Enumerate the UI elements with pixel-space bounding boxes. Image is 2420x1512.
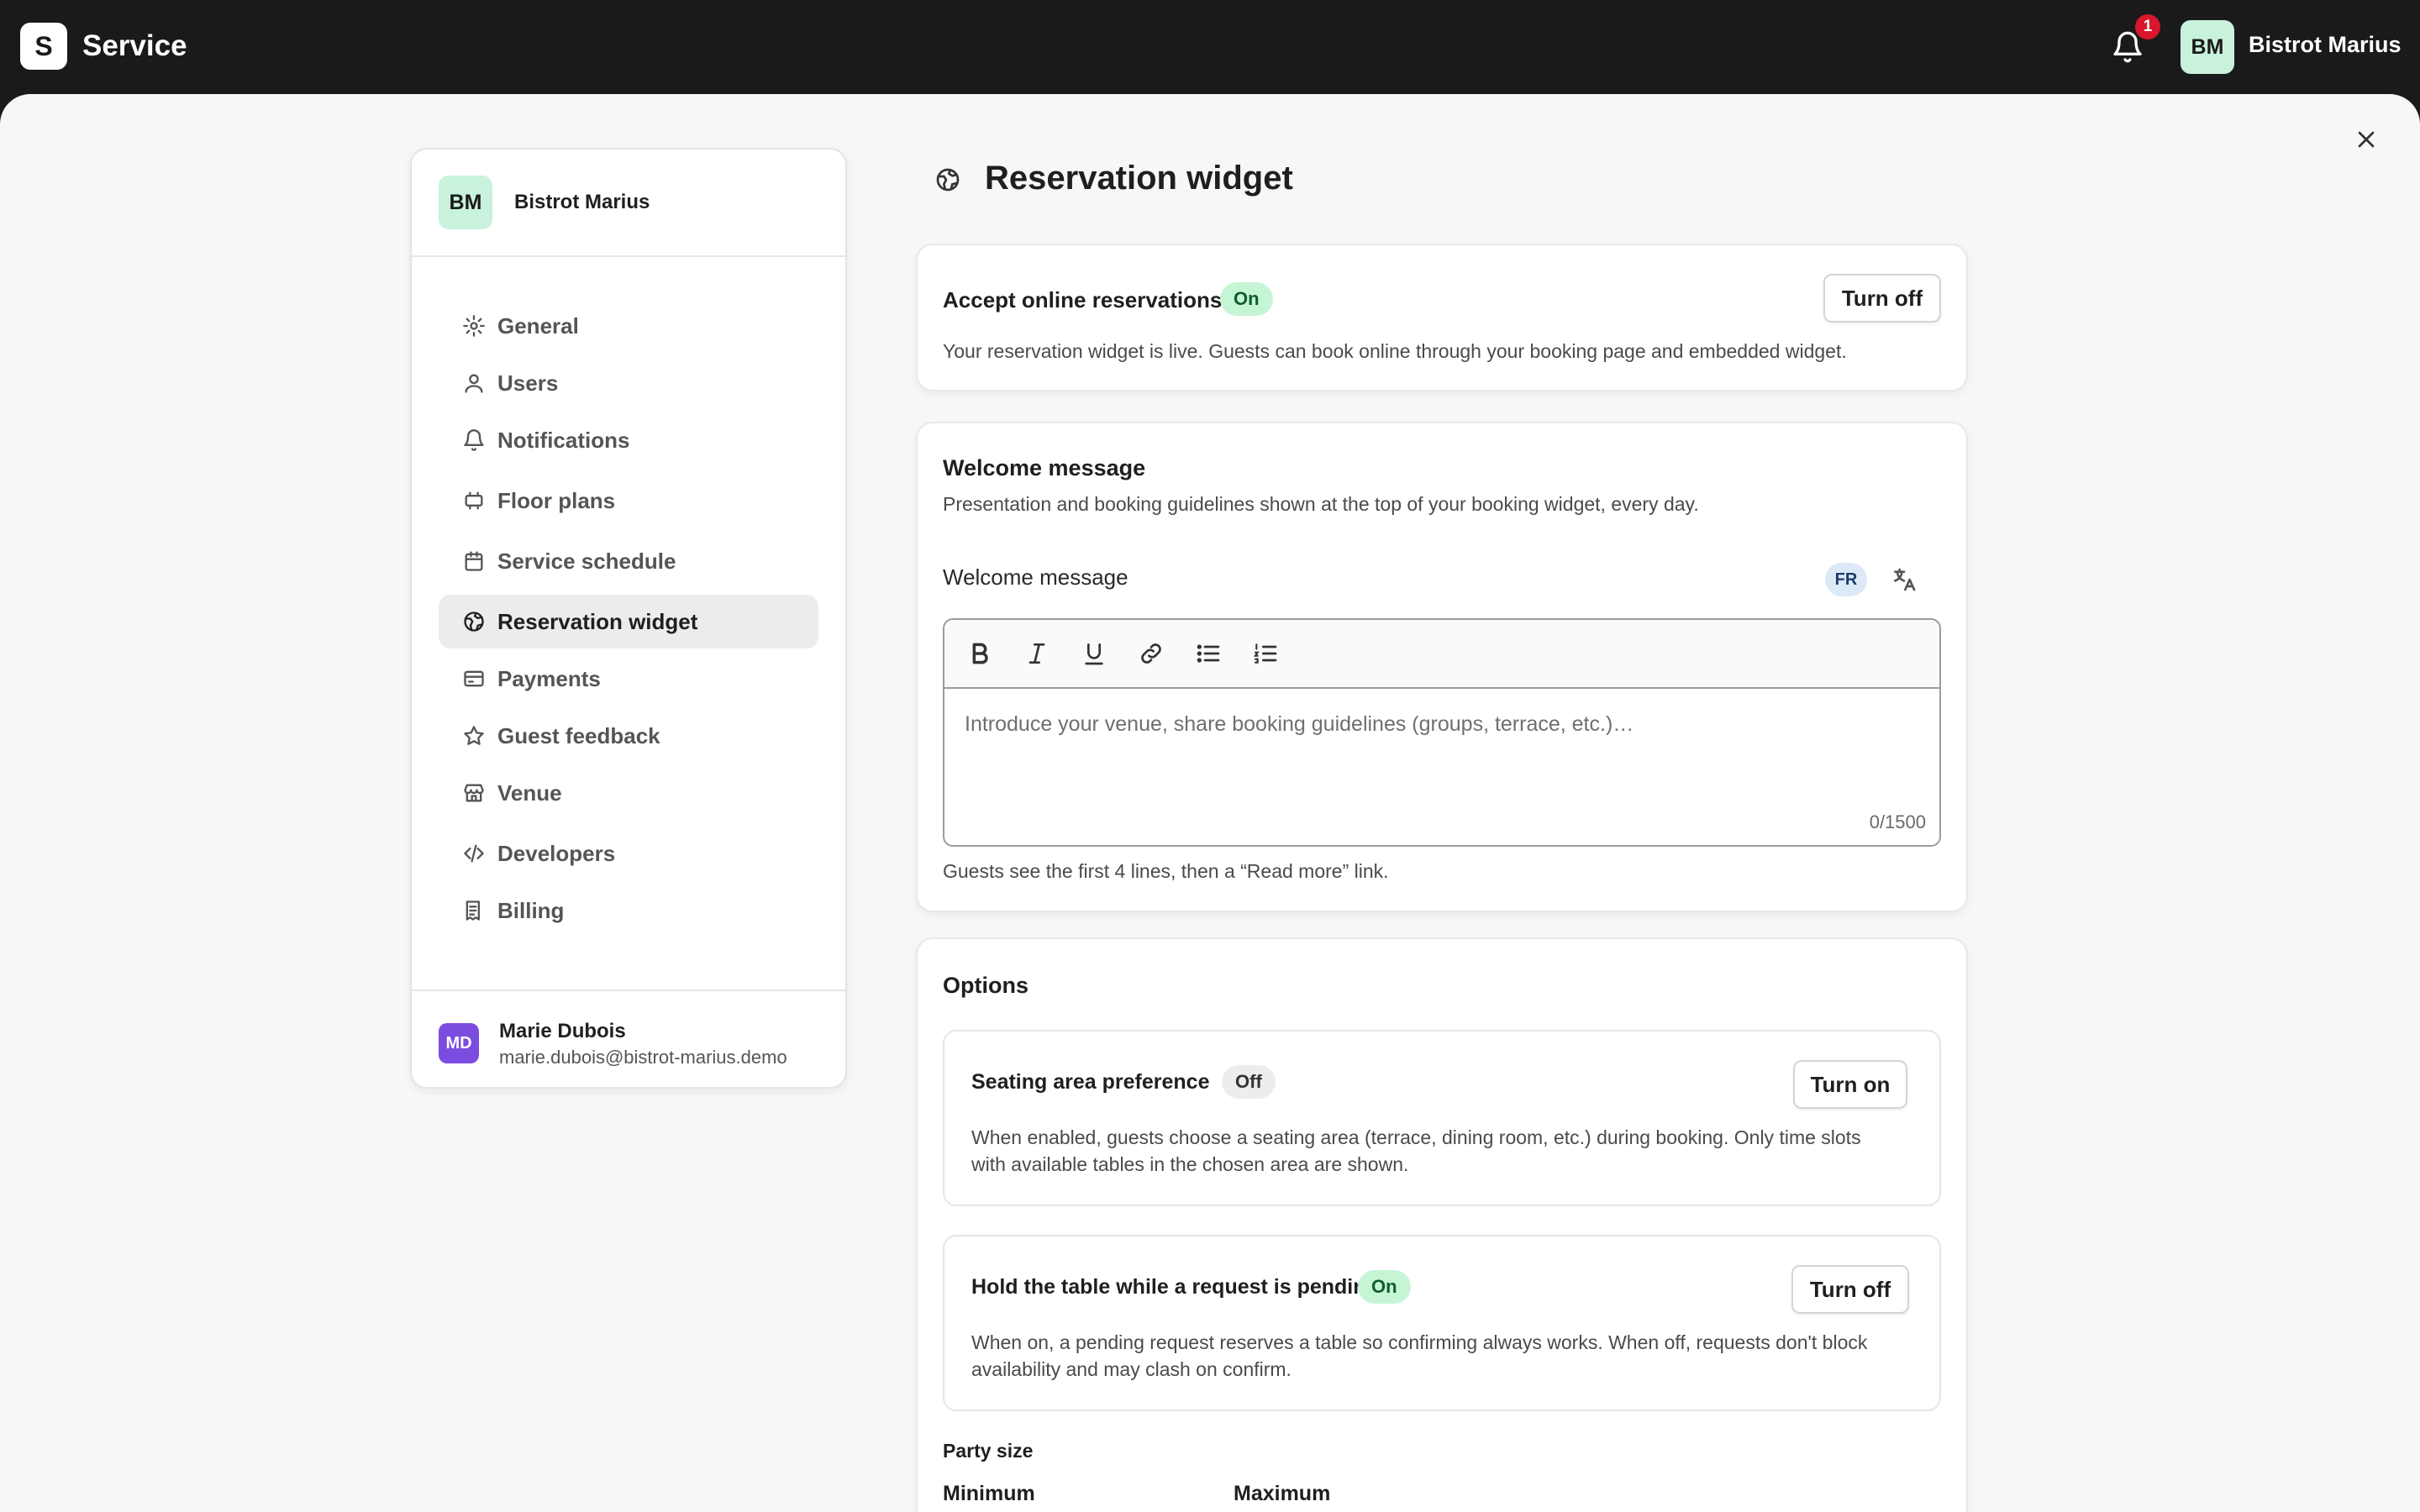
- close-icon[interactable]: [2353, 126, 2380, 153]
- sidebar-item-service-schedule[interactable]: Service schedule: [439, 534, 818, 588]
- language-badge[interactable]: FR: [1825, 563, 1867, 596]
- online-reservations-card: Accept online reservations On Turn off Y…: [916, 244, 1968, 391]
- calendar-icon: [465, 551, 483, 571]
- user-icon: [465, 374, 483, 393]
- character-count: 0/1500: [1869, 811, 1926, 832]
- editor-toolbar: [944, 620, 1939, 689]
- numbered-list-icon: [1254, 643, 1277, 664]
- sidebar-item-guest-feedback[interactable]: Guest feedback: [439, 709, 818, 763]
- settings-sidebar: BM Bistrot Marius General Users Notifica…: [410, 148, 847, 1089]
- bold-icon: [972, 643, 988, 664]
- editor-helper-text: Guests see the first 4 lines, then a “Re…: [943, 860, 1389, 882]
- italic-icon: [1028, 643, 1045, 664]
- sidebar-item-general[interactable]: General: [439, 299, 818, 353]
- turn-off-hold-button[interactable]: Turn off: [1791, 1265, 1909, 1314]
- seating-preference-title: Seating area preference: [971, 1070, 1210, 1094]
- sidebar-item-developers[interactable]: Developers: [439, 827, 818, 880]
- receipt-icon: [466, 900, 480, 921]
- account-avatar[interactable]: BM: [2181, 20, 2234, 74]
- user-avatar: MD: [439, 1023, 479, 1063]
- app-logo: S: [20, 23, 67, 70]
- party-size-minimum-label: Minimum: [943, 1482, 1035, 1505]
- sidebar-item-label: Billing: [497, 897, 565, 923]
- sidebar-item-label: Users: [497, 370, 559, 396]
- turn-on-seating-button[interactable]: Turn on: [1793, 1060, 1907, 1109]
- italic-button[interactable]: [1020, 637, 1054, 670]
- sidebar-item-label: General: [497, 312, 579, 339]
- sidebar-item-label: Developers: [497, 840, 616, 866]
- seating-preference-description-line2: with available tables in the chosen area…: [971, 1153, 1409, 1175]
- options-card: Options Seating area preference Off Turn…: [916, 937, 1968, 1512]
- sidebar-item-label: Floor plans: [497, 487, 616, 513]
- globe-icon: [936, 168, 960, 192]
- sidebar-item-users[interactable]: Users: [439, 356, 818, 410]
- seating-preference-description-line1: When enabled, guests choose a seating ar…: [971, 1126, 1861, 1148]
- party-size-maximum-label: Maximum: [1234, 1482, 1331, 1505]
- sidebar-item-payments[interactable]: Payments: [439, 652, 818, 706]
- welcome-message-field-label: Welcome message: [943, 564, 1128, 590]
- underline-icon: [1085, 643, 1103, 665]
- link-button[interactable]: [1134, 637, 1168, 670]
- sidebar-item-label: Reservation widget: [497, 608, 698, 634]
- user-name: Marie Dubois: [499, 1020, 626, 1042]
- star-icon: [464, 726, 484, 745]
- online-reservations-title: Accept online reservations: [943, 287, 1223, 312]
- options-title: Options: [943, 973, 1028, 998]
- bullet-list-button[interactable]: [1192, 637, 1225, 670]
- status-badge: On: [1220, 282, 1273, 316]
- online-reservations-description: Your reservation widget is live. Guests …: [943, 340, 1847, 362]
- sidebar-item-label: Notifications: [497, 427, 630, 453]
- app-name: Service: [82, 29, 187, 62]
- bullet-list-icon: [1197, 644, 1220, 663]
- seating-preference-option: Seating area preference Off Turn on When…: [943, 1030, 1941, 1206]
- sidebar-footer[interactable]: MD Marie Dubois marie.dubois@bistrot-mar…: [412, 990, 845, 1089]
- sidebar-header: BM Bistrot Marius: [412, 150, 845, 257]
- user-email: marie.dubois@bistrot-marius.demo: [499, 1047, 787, 1068]
- page-title: Reservation widget: [985, 160, 1293, 197]
- underline-button[interactable]: [1077, 637, 1111, 670]
- translate-icon[interactable]: [1891, 566, 1918, 593]
- venue-avatar: BM: [439, 176, 492, 229]
- status-badge: On: [1358, 1270, 1411, 1304]
- store-icon: [464, 784, 484, 802]
- venue-name: Bistrot Marius: [514, 191, 650, 213]
- hold-table-title: Hold the table while a request is pendin…: [971, 1275, 1379, 1299]
- status-badge: Off: [1222, 1065, 1276, 1099]
- sidebar-item-label: Payments: [497, 665, 601, 691]
- editor-placeholder[interactable]: Introduce your venue, share booking guid…: [965, 712, 1634, 737]
- party-size-title: Party size: [943, 1440, 1034, 1462]
- account-name[interactable]: Bistrot Marius: [2249, 32, 2402, 58]
- sidebar-item-label: Guest feedback: [497, 722, 660, 748]
- sidebar-item-floor-plans[interactable]: Floor plans: [439, 474, 818, 528]
- sidebar-item-label: Venue: [497, 780, 562, 806]
- sidebar-item-notifications[interactable]: Notifications: [439, 413, 818, 467]
- sidebar-item-label: Service schedule: [497, 548, 676, 574]
- code-icon: [464, 844, 484, 863]
- welcome-message-editor[interactable]: Introduce your venue, share booking guid…: [943, 618, 1941, 847]
- bell-icon: [464, 429, 484, 451]
- hold-table-option: Hold the table while a request is pendin…: [943, 1235, 1941, 1411]
- welcome-message-description: Presentation and booking guidelines show…: [943, 493, 1699, 515]
- settings-panel: BM Bistrot Marius General Users Notifica…: [0, 94, 2420, 1512]
- bold-button[interactable]: [963, 637, 997, 670]
- sidebar-item-billing[interactable]: Billing: [439, 884, 818, 937]
- welcome-message-card: Welcome message Presentation and booking…: [916, 422, 1968, 912]
- gear-icon: [463, 315, 485, 337]
- floor-plan-icon: [465, 491, 483, 510]
- welcome-message-title: Welcome message: [943, 455, 1146, 480]
- brand[interactable]: S Service: [20, 23, 187, 70]
- hold-table-description-line2: availability and may clash on confirm.: [971, 1358, 1292, 1380]
- credit-card-icon: [464, 670, 484, 687]
- sidebar-item-reservation-widget[interactable]: Reservation widget: [439, 595, 818, 648]
- link-icon: [1141, 643, 1161, 664]
- sidebar-item-venue[interactable]: Venue: [439, 766, 818, 820]
- numbered-list-button[interactable]: [1249, 637, 1282, 670]
- hold-table-description-line1: When on, a pending request reserves a ta…: [971, 1331, 1868, 1353]
- globe-icon: [464, 612, 484, 632]
- top-bar: S Service 1 BM Bistrot Marius: [0, 0, 2420, 94]
- turn-off-online-button[interactable]: Turn off: [1823, 274, 1941, 323]
- notification-count-badge: 1: [2135, 14, 2160, 39]
